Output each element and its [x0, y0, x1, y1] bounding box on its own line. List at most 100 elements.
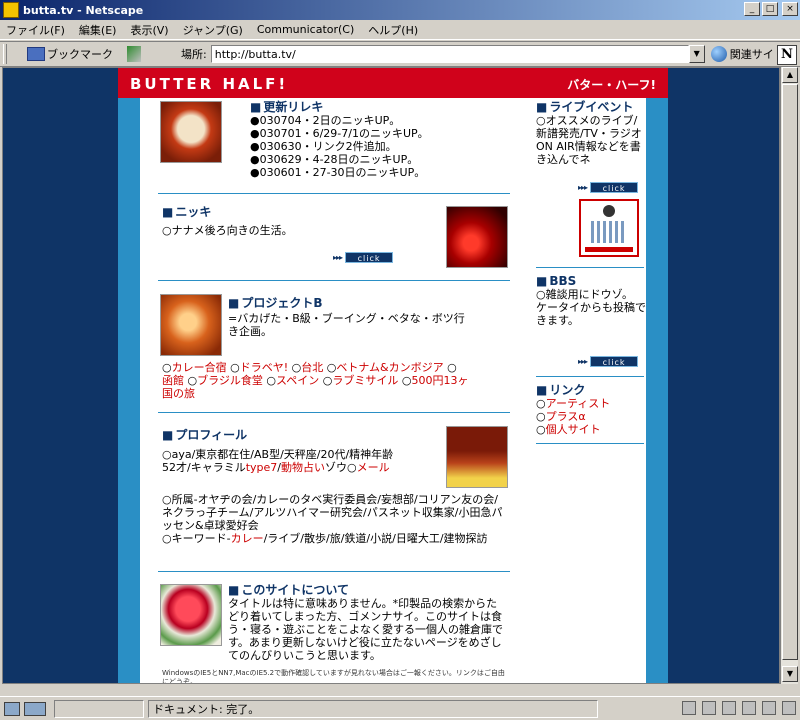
navigator-icon[interactable]: [682, 701, 696, 715]
bookmarks-button[interactable]: ブックマーク: [27, 46, 113, 62]
links-title: リンク: [536, 384, 646, 397]
update-thumbnail: [160, 101, 222, 163]
scroll-down-button[interactable]: ▼: [782, 666, 798, 682]
profile-affiliations: ○所属-オヤヂの会/カレーのタベ実行委員会/妄想部/コリアン友の会/ネクラっ子チ…: [162, 493, 503, 532]
security-icon[interactable]: [4, 701, 20, 716]
update-item: ●030629・4-28日のニッキUP。: [250, 153, 419, 166]
calendar-thumbnail[interactable]: [579, 199, 639, 257]
related-sites-icon: [710, 46, 727, 62]
url-dropdown-button[interactable]: ▼: [688, 45, 705, 63]
nikki-thumbnail: [446, 206, 508, 268]
links-section: リンク ○アーティスト ○プラスα ○個人サイト: [536, 384, 646, 437]
link-item[interactable]: ○個人サイト: [536, 423, 646, 436]
link-plus-alpha[interactable]: プラスα: [546, 410, 586, 423]
profile-text: ゾウ○: [325, 461, 357, 474]
minimize-button[interactable]: _: [744, 2, 760, 16]
progress-cell: [54, 699, 144, 718]
about-text: タイトルは特に意味ありません。*印製品の検索からたどり着いてしまった方、ゴメンナ…: [228, 597, 503, 662]
bullet: ○: [536, 423, 546, 436]
netscape-logo[interactable]: N: [777, 45, 797, 65]
profile-line1: ○aya/東京都在住/AB型/天秤座/20代/精神年齢: [162, 448, 394, 461]
bbs-title: BBS: [536, 275, 646, 288]
arrows-icon: ▸▸▸: [578, 183, 588, 192]
bullet: ○: [323, 361, 337, 374]
divider: [158, 280, 510, 281]
live-text: ○オススメのライブ/新譜発売/TV・ラジオON AIR情報などを書き込んでネ: [536, 114, 642, 166]
toolbar-grip[interactable]: [3, 44, 7, 64]
menu-view[interactable]: 表示(V): [130, 22, 168, 38]
close-button[interactable]: ×: [782, 2, 798, 16]
profile-text: /ライブ/散歩/旅/鉄道/小説/日曜大工/建物探訪: [263, 532, 488, 545]
composer-icon[interactable]: [762, 701, 776, 715]
netscape-app-icon[interactable]: [3, 2, 19, 18]
link-curry[interactable]: カレー: [231, 532, 264, 545]
menu-help[interactable]: ヘルプ(H): [368, 22, 418, 38]
location-icon[interactable]: [127, 46, 141, 62]
maximize-button[interactable]: □: [762, 2, 778, 16]
bbs-text: ○雑談用にドウゾ。: [536, 288, 633, 301]
link-love-missile[interactable]: ラブミサイル: [332, 374, 398, 387]
mail-icon[interactable]: [702, 701, 716, 715]
link-curry-camp[interactable]: カレー合宿: [172, 361, 227, 374]
bbs-text: ケータイからも投稿できます。: [536, 301, 646, 327]
project-thumbnail: [160, 294, 222, 356]
link-mail[interactable]: メール: [357, 461, 390, 474]
click-label: click: [590, 356, 639, 367]
address-book-icon[interactable]: [742, 701, 756, 715]
link-dorabeya[interactable]: ドラベヤ!: [240, 361, 288, 374]
link-vietnam-cambodia[interactable]: ベトナム&カンボジア: [336, 361, 443, 374]
bullet: ○: [443, 361, 457, 374]
site-title-jp: バター・ハーフ!: [567, 78, 656, 92]
related-sites-button[interactable]: 関連サイト: [710, 46, 785, 62]
update-item: ●030630・リンク2件追加。: [250, 140, 397, 153]
profile-text: ○キーワード-: [162, 532, 231, 545]
vertical-scrollbar[interactable]: ▲ ▼: [780, 67, 798, 684]
link-500yen-trip-cont[interactable]: 国の旅: [162, 387, 502, 400]
status-bar: ドキュメント: 完了。: [0, 696, 800, 720]
update-item: ●030601・27-30日のニッキUP。: [250, 166, 426, 179]
divider: [158, 571, 510, 572]
nikki-text: ○ナナメ後ろ向きの生活。: [162, 224, 293, 237]
menu-file[interactable]: ファイル(F): [6, 22, 65, 38]
bbs-click-button[interactable]: ▸▸▸ click: [578, 356, 639, 367]
calendar-grid-icon: [591, 221, 627, 243]
link-item[interactable]: ○プラスα: [536, 410, 646, 423]
left-stripe: [118, 98, 140, 683]
link-type7[interactable]: type7: [246, 461, 278, 474]
bullet: ○: [262, 374, 276, 387]
scroll-thumb[interactable]: [782, 84, 798, 660]
link-personal-sites[interactable]: 個人サイト: [546, 423, 601, 436]
menu-go[interactable]: ジャンプ(G): [183, 22, 243, 38]
link-taipei[interactable]: 台北: [301, 361, 323, 374]
calendar-figure-icon: [603, 205, 615, 217]
nikki-click-button[interactable]: ▸▸▸ click: [333, 252, 394, 263]
page-viewport: BUTTER HALF! バター・ハーフ! 更新リレキ ●030704・2日のニ…: [2, 67, 780, 684]
scroll-up-button[interactable]: ▲: [782, 67, 798, 83]
newsgroup-icon[interactable]: [722, 701, 736, 715]
profile-details: ○所属-オヤヂの会/カレーのタベ実行委員会/妄想部/コリアン友の会/ネクラっ子チ…: [162, 493, 504, 545]
link-artist[interactable]: アーティスト: [546, 397, 611, 410]
link-spain[interactable]: スペイン: [276, 374, 319, 387]
profile-thumbnail: [446, 426, 508, 488]
divider: [536, 376, 644, 377]
divider: [536, 267, 644, 268]
about-note: WindowsのIE5とNN7,MacのIE5.2で動作確認していますが見れない…: [162, 669, 505, 684]
url-input[interactable]: [210, 45, 689, 63]
profile-keywords: ○キーワード-カレー/ライブ/散歩/旅/鉄道/小説/日曜大工/建物探訪: [162, 532, 504, 545]
resize-grip-icon[interactable]: [782, 701, 796, 715]
bookmarks-label: ブックマーク: [47, 48, 113, 61]
window-titlebar: butta.tv - Netscape _ □ ×: [0, 0, 800, 20]
nikki-title: ニッキ: [162, 206, 432, 219]
link-item[interactable]: ○アーティスト: [536, 397, 646, 410]
connection-icon[interactable]: [24, 701, 46, 716]
link-hakodate[interactable]: 函館: [162, 374, 184, 387]
menu-edit[interactable]: 編集(E): [79, 22, 117, 38]
nikki-section: ニッキ ○ナナメ後ろ向きの生活。: [162, 206, 432, 238]
calendar-base-icon: [585, 247, 633, 252]
link-animal-fortune[interactable]: 動物占い: [281, 461, 325, 474]
link-brazil-diner[interactable]: ブラジル食堂: [197, 374, 263, 387]
link-500yen-trip[interactable]: 500円13ヶ: [411, 374, 468, 387]
menu-communicator[interactable]: Communicator(C): [257, 23, 354, 36]
live-click-button[interactable]: ▸▸▸ click: [578, 182, 639, 193]
site-title-en: BUTTER HALF!: [130, 75, 289, 93]
